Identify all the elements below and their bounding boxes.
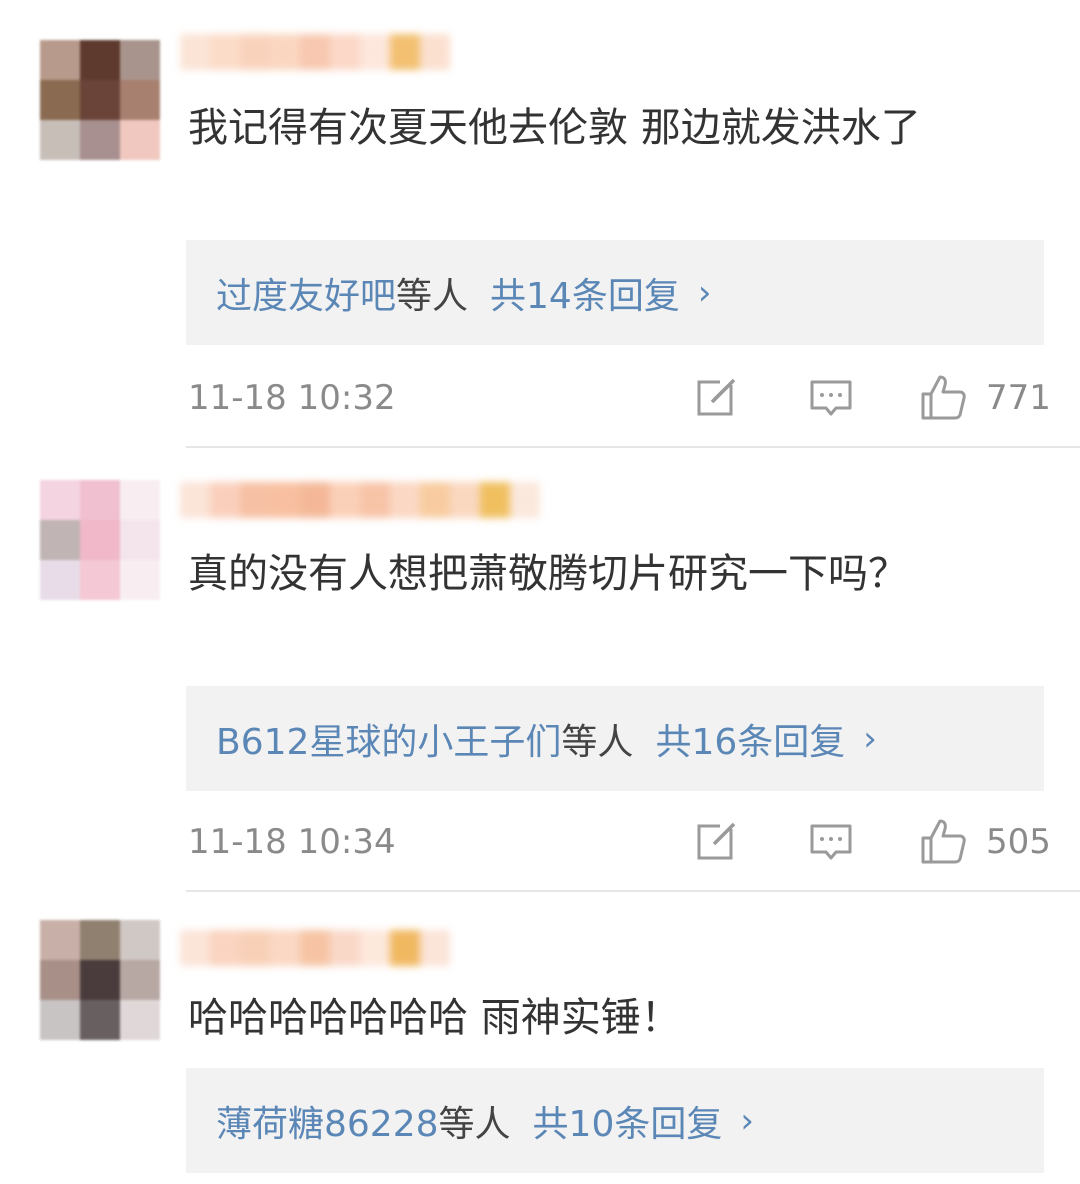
username-blur-block: [240, 930, 270, 966]
username-blur-block: [180, 482, 210, 518]
username-blur-block: [300, 34, 330, 70]
username-blur-block: [330, 930, 360, 966]
avatar-mosaic-cell: [40, 520, 80, 560]
avatar-mosaic-cell: [120, 1000, 160, 1040]
username-blur-block: [330, 34, 360, 70]
username-blur-block: [330, 482, 360, 518]
avatar-mosaic-cell: [120, 920, 160, 960]
avatar-mosaic-cell: [80, 920, 120, 960]
comment-icon[interactable]: [806, 816, 856, 866]
like-count: 505: [986, 822, 1051, 862]
username-blur-block: [300, 482, 330, 518]
comment-text: 我记得有次夏天他去伦敦 那边就发洪水了: [188, 105, 921, 151]
username-blur-block: [300, 930, 330, 966]
reply-summary[interactable]: B612星球的小王子们 等人 共16条回复 ›: [186, 686, 1044, 791]
username-blur-block: [360, 930, 390, 966]
reply-total-link[interactable]: 共14条回复: [490, 267, 680, 319]
username-blur-block: [210, 482, 240, 518]
avatar[interactable]: [40, 40, 160, 160]
avatar-mosaic-cell: [40, 560, 80, 600]
divider: [186, 446, 1080, 448]
username-blur-block: [210, 930, 240, 966]
username-blur-block: [390, 930, 420, 966]
username-blur-block: [270, 34, 300, 70]
reply-etal-label: 等人: [561, 721, 634, 763]
comment-icon[interactable]: [806, 372, 856, 422]
username-blur-block: [390, 482, 420, 518]
username-blur-block: [390, 34, 420, 70]
username-blur-block: [240, 482, 270, 518]
username-blur-block: [360, 34, 390, 70]
chevron-right-icon: ›: [740, 1100, 754, 1141]
username-blur-block: [180, 34, 210, 70]
chevron-right-icon: ›: [863, 718, 877, 759]
avatar-mosaic-cell: [80, 520, 120, 560]
chevron-right-icon: ›: [697, 272, 712, 313]
avatar-mosaic-cell: [120, 520, 160, 560]
avatar-mosaic-cell: [80, 480, 120, 520]
username-blurred[interactable]: [180, 930, 450, 966]
avatar[interactable]: [40, 920, 160, 1040]
avatar-mosaic-cell: [40, 480, 80, 520]
timestamp: 11-18 10:34: [188, 822, 396, 862]
edit-icon[interactable]: [692, 372, 742, 422]
reply-etal-label: 等人: [438, 1103, 511, 1145]
username-blur-block: [270, 482, 300, 518]
username-blur-block: [420, 482, 450, 518]
avatar-mosaic-cell: [120, 480, 160, 520]
comment-text: 哈哈哈哈哈哈哈 雨神实锤！: [188, 995, 681, 1041]
username-blur-block: [270, 930, 300, 966]
username-blur-block: [240, 34, 270, 70]
avatar-mosaic-cell: [40, 120, 80, 160]
username-blur-block: [210, 34, 240, 70]
thumbs-up-icon[interactable]: [918, 816, 968, 866]
username-blur-block: [180, 930, 210, 966]
edit-icon[interactable]: [692, 816, 742, 866]
avatar-mosaic-cell: [40, 80, 80, 120]
avatar-mosaic-cell: [40, 1000, 80, 1040]
comment-meta-row: 11-18 10:34 505: [188, 812, 1051, 872]
avatar-mosaic-cell: [80, 960, 120, 1000]
reply-user-names[interactable]: 过度友好吧: [216, 267, 396, 319]
avatar-mosaic-cell: [80, 120, 120, 160]
username-blur-block: [420, 34, 450, 70]
username-blurred[interactable]: [180, 34, 450, 70]
username-blur-block: [420, 930, 450, 966]
reply-summary[interactable]: 薄荷糖86228 等人 共10条回复 ›: [186, 1068, 1044, 1173]
avatar-mosaic-cell: [120, 120, 160, 160]
avatar-mosaic-cell: [120, 80, 160, 120]
comment-text: 真的没有人想把萧敬腾切片研究一下吗？: [188, 551, 908, 597]
username-blur-block: [480, 482, 510, 518]
thumbs-up-icon[interactable]: [918, 372, 968, 422]
avatar-mosaic-cell: [80, 80, 120, 120]
username-blur-block: [450, 482, 480, 518]
username-blur-block: [510, 482, 540, 518]
username-blurred[interactable]: [180, 482, 540, 518]
username-blur-block: [360, 482, 390, 518]
timestamp: 11-18 10:32: [188, 378, 396, 418]
like-count: 771: [986, 378, 1051, 418]
avatar-mosaic-cell: [40, 920, 80, 960]
reply-total-link[interactable]: 共16条回复: [655, 713, 845, 765]
avatar-mosaic-cell: [40, 960, 80, 1000]
reply-etal-label: 等人: [396, 275, 469, 317]
reply-summary[interactable]: 过度友好吧 等人 共14条回复 ›: [186, 240, 1044, 345]
avatar-mosaic-cell: [120, 960, 160, 1000]
avatar-mosaic-cell: [80, 560, 120, 600]
avatar-mosaic-cell: [80, 40, 120, 80]
reply-user-names[interactable]: B612星球的小王子们: [216, 713, 561, 765]
reply-total-link[interactable]: 共10条回复: [533, 1095, 723, 1147]
divider: [186, 890, 1080, 892]
comment-meta-row: 11-18 10:32 771: [188, 368, 1051, 428]
avatar-mosaic-cell: [80, 1000, 120, 1040]
avatar-mosaic-cell: [120, 560, 160, 600]
avatar-mosaic-cell: [40, 40, 80, 80]
avatar-mosaic-cell: [120, 40, 160, 80]
avatar[interactable]: [40, 480, 160, 600]
reply-user-names[interactable]: 薄荷糖86228: [216, 1095, 439, 1147]
